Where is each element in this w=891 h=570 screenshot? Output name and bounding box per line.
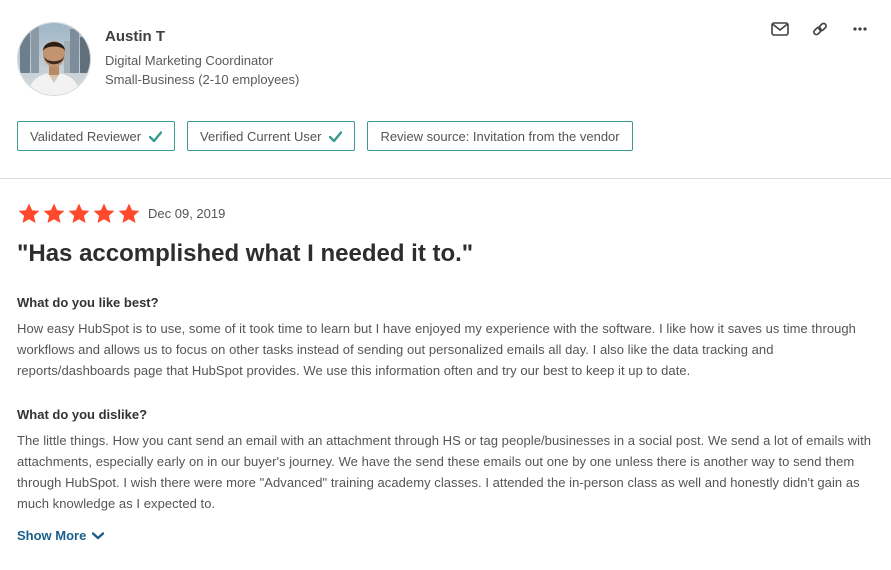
badge-label: Verified Current User [200, 128, 322, 144]
reviewer-avatar [17, 22, 91, 96]
section-divider [0, 178, 891, 179]
like-best-heading: What do you like best? [17, 295, 159, 310]
star-icon [18, 203, 40, 223]
review-title: "Has accomplished what I needed it to." [17, 240, 474, 267]
show-more-label: Show More [17, 528, 87, 543]
reviewer-name[interactable]: Austin T [105, 27, 165, 47]
review-date: Dec 09, 2019 [148, 206, 226, 221]
chevron-down-icon [92, 531, 105, 539]
star-icon [118, 203, 140, 223]
reviewer-company-size: Small-Business (2-10 employees) [105, 72, 300, 87]
avatar-photo [18, 23, 90, 95]
review-actions [769, 18, 871, 40]
more-options-icon [853, 27, 867, 31]
badge-label: Validated Reviewer [30, 128, 142, 144]
star-icon [68, 203, 90, 223]
like-best-answer: How easy HubSpot is to use, some of it t… [17, 321, 856, 378]
copy-link-button[interactable] [809, 18, 831, 40]
review-card: Austin T Digital Marketing Coordinator S… [0, 0, 891, 570]
mail-icon [771, 22, 789, 36]
reviewer-job-title: Digital Marketing Coordinator [105, 53, 274, 68]
more-options-button[interactable] [849, 18, 871, 40]
stars-container [17, 202, 141, 226]
email-button[interactable] [769, 18, 791, 40]
dislike-answer: The little things. How you cant send an … [17, 433, 872, 511]
star-rating: Dec 09, 2019 [17, 202, 225, 226]
check-icon [329, 130, 343, 142]
star-icon [93, 203, 115, 223]
verified-current-user-badge[interactable]: Verified Current User [187, 121, 356, 151]
validated-reviewer-badge[interactable]: Validated Reviewer [17, 121, 176, 151]
review-badges: Validated Reviewer Verified Current User… [17, 121, 633, 151]
link-icon [813, 22, 827, 36]
star-icon [43, 203, 65, 223]
show-more-button[interactable]: Show More [17, 528, 105, 543]
dislike-heading: What do you dislike? [17, 407, 148, 422]
check-icon [149, 130, 163, 142]
badge-label: Review source: Invitation from the vendo… [380, 128, 620, 144]
review-source-badge[interactable]: Review source: Invitation from the vendo… [367, 121, 633, 151]
